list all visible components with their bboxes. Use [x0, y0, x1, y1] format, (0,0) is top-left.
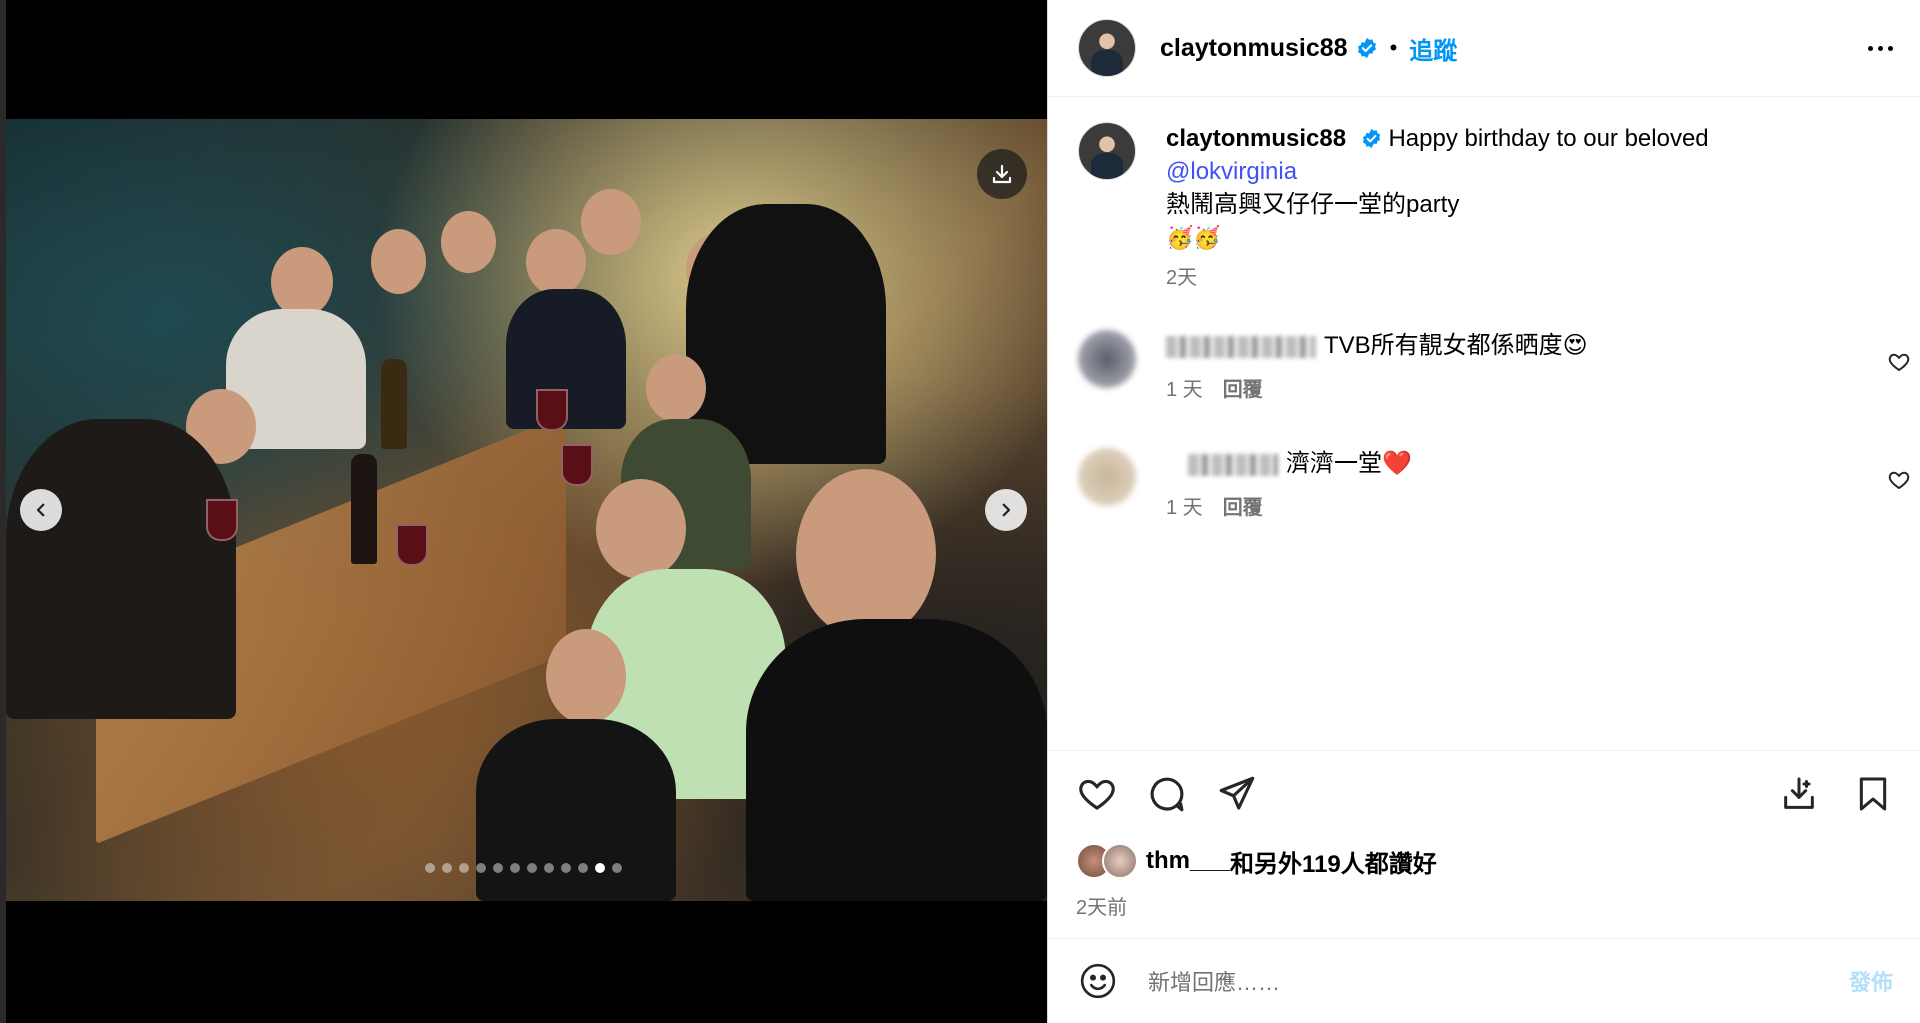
post-details-panel: claytonmusic88 • 追蹤 claytonmusic88 Happy…: [1047, 0, 1920, 1023]
photo-bottle: [351, 454, 377, 564]
heart-icon[interactable]: [1076, 773, 1118, 815]
photo-shirt: [746, 619, 1047, 901]
previous-slide-button[interactable]: [20, 489, 62, 531]
caption-text: Happy birthday to our beloved: [1388, 125, 1709, 152]
slide-dot: [510, 863, 520, 873]
commenter-avatar[interactable]: [1078, 448, 1136, 506]
liker-avatar: [1102, 843, 1138, 879]
post-caption: claytonmusic88 Happy birthday to our bel…: [1078, 122, 1891, 295]
commenter-username[interactable]: [1188, 453, 1278, 476]
photo-glass: [536, 389, 568, 431]
emoji-icon[interactable]: [1078, 961, 1118, 1001]
caption-timestamp: 2天: [1166, 267, 1198, 289]
comment-text: 濟濟一堂❤️: [1286, 450, 1412, 477]
chevron-right-icon: [1002, 503, 1011, 517]
comment-time: 1 天: [1166, 497, 1203, 519]
caption-mention-link[interactable]: @lokvirginia: [1166, 155, 1709, 188]
author-avatar[interactable]: [1078, 19, 1136, 77]
photo-glass: [561, 444, 593, 486]
caption-username[interactable]: claytonmusic88: [1166, 125, 1346, 152]
download-icon: [992, 164, 1012, 184]
liker-username[interactable]: thm___: [1146, 847, 1230, 875]
action-bar: [1076, 773, 1893, 815]
bookmark-icon[interactable]: [1853, 774, 1893, 814]
caption-body: claytonmusic88 Happy birthday to our bel…: [1166, 122, 1709, 295]
caption-emoji: 🥳🥳: [1166, 225, 1221, 250]
chevron-left-icon: [36, 503, 45, 517]
slide-dot: [612, 863, 622, 873]
header-separator: •: [1389, 35, 1398, 60]
heart-icon[interactable]: [1887, 350, 1911, 374]
photo-glass: [206, 499, 238, 541]
comment-time: 1 天: [1166, 379, 1203, 401]
post-header: claytonmusic88 • 追蹤: [1048, 0, 1920, 97]
post-time: 2天前: [1076, 897, 1128, 919]
photo-person: [581, 189, 641, 255]
slide-dot: [425, 863, 435, 873]
commenter-username[interactable]: [1166, 335, 1316, 358]
reply-button[interactable]: 回覆: [1223, 497, 1263, 519]
next-slide-button[interactable]: [985, 489, 1027, 531]
comment-item: 濟濟一堂❤️ 1 天回覆: [1078, 448, 1911, 524]
photo-person: [796, 469, 936, 639]
photo-person: [526, 229, 586, 295]
comment-meta: 1 天回覆: [1166, 492, 1887, 524]
action-bar-right: [1779, 774, 1893, 814]
comment-composer: 新增回應…… 發佈: [1048, 938, 1920, 1023]
photo-person: [596, 479, 686, 579]
likes-count-text[interactable]: 和另外119人都讚好: [1230, 844, 1437, 879]
slide-indicator: [0, 863, 1047, 873]
slide-dot: [442, 863, 452, 873]
verified-badge-icon: [1361, 128, 1382, 149]
slide-dot: [459, 863, 469, 873]
author-username[interactable]: claytonmusic88: [1160, 34, 1348, 63]
slide-dot: [561, 863, 571, 873]
caption-line-2: 熱鬧高興又仔仔一堂的party: [1166, 191, 1460, 218]
post-comment-button[interactable]: 發佈: [1849, 965, 1893, 997]
caption-author-avatar[interactable]: [1078, 122, 1136, 180]
photo-person: [271, 247, 333, 317]
liker-avatars: [1076, 843, 1138, 879]
comment-item: TVB所有靚女都係晒度😍 1 天回覆: [1078, 330, 1911, 406]
download-button[interactable]: [977, 149, 1027, 199]
commenter-avatar[interactable]: [1078, 330, 1136, 388]
slide-dot: [595, 863, 605, 873]
heart-icon[interactable]: [1887, 468, 1911, 492]
comment-text: TVB所有靚女都係晒度😍: [1324, 332, 1588, 359]
photo-shirt: [476, 719, 676, 901]
slide-dot: [527, 863, 537, 873]
post-modal: claytonmusic88 • 追蹤 claytonmusic88 Happy…: [0, 0, 1920, 1023]
likes-summary[interactable]: thm___ 和另外119人都讚好: [1076, 843, 1893, 879]
comment-meta: 1 天回覆: [1166, 374, 1887, 406]
photo-person: [646, 354, 706, 422]
photo-person: [371, 229, 426, 294]
photo-bottle: [381, 359, 407, 449]
save-icon[interactable]: [1779, 774, 1819, 814]
comment-body: TVB所有靚女都係晒度😍 1 天回覆: [1166, 330, 1887, 406]
photo-glass: [396, 524, 428, 566]
share-icon[interactable]: [1216, 773, 1258, 815]
slide-dot: [476, 863, 486, 873]
comment-body: 濟濟一堂❤️ 1 天回覆: [1166, 448, 1887, 524]
comment-input[interactable]: 新增回應……: [1148, 965, 1849, 997]
photo-person: [546, 629, 626, 724]
photo-shirt: [6, 419, 236, 719]
slide-dot: [544, 863, 554, 873]
more-options-icon[interactable]: [1868, 45, 1893, 51]
reply-button[interactable]: 回覆: [1223, 379, 1263, 401]
follow-button[interactable]: 追蹤: [1409, 31, 1457, 66]
caption-line-1: claytonmusic88 Happy birthday to our bel…: [1166, 122, 1709, 155]
media-viewer: [0, 0, 1047, 1023]
photo-person: [441, 211, 496, 273]
post-actions: thm___ 和另外119人都讚好 2天前: [1048, 750, 1920, 920]
slide-dot: [578, 863, 588, 873]
verified-badge-icon: [1356, 37, 1378, 59]
post-photo[interactable]: [6, 119, 1047, 901]
slide-dot: [493, 863, 503, 873]
comment-icon[interactable]: [1146, 773, 1188, 815]
